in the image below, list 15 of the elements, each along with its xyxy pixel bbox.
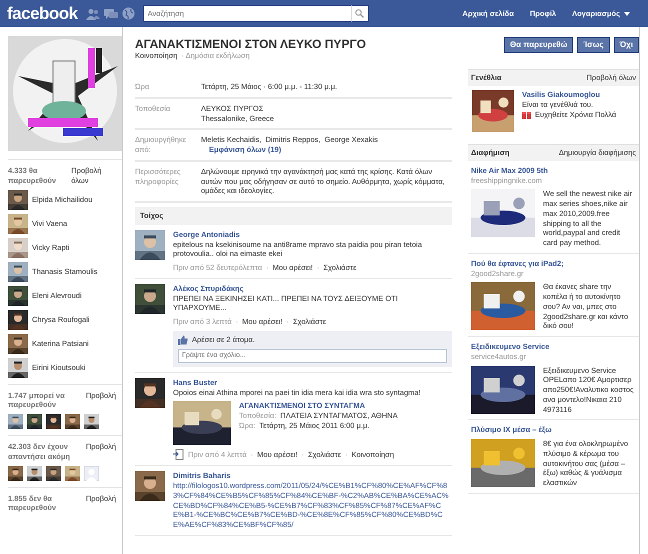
event-title: ΑΓΑΝΑΚΤΙΣΜΕΝΟΙ ΣΤΟΝ ΛΕΥΚΟ ΠΥΡΓΟ (135, 37, 367, 52)
rsvp-button[interactable]: Θα παρευρεθώ (504, 37, 574, 54)
logo[interactable]: facebook (0, 0, 86, 27)
friends-icon[interactable] (86, 8, 100, 20)
caret-icon (624, 12, 630, 16)
rsvp-button[interactable]: Όχι (614, 37, 639, 54)
search-icon (355, 9, 364, 18)
like-icon (178, 334, 188, 345)
messages-icon[interactable] (104, 8, 118, 20)
rsvp-button[interactable]: Ίσως (577, 37, 610, 54)
avatar-icon (84, 466, 99, 480)
notifications-icon[interactable] (122, 7, 135, 20)
document-icon (173, 449, 184, 460)
search-button[interactable] (350, 5, 369, 22)
gift-icon (522, 110, 531, 120)
